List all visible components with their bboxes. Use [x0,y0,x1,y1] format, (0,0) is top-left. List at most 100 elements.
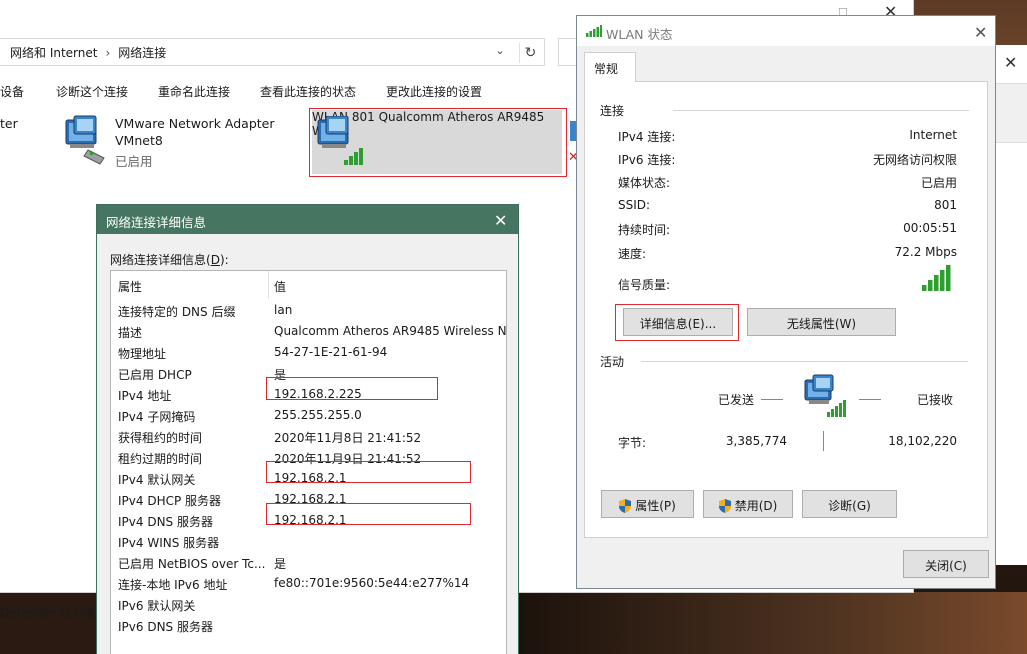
dialog-title: WLAN 状态 [606,27,673,42]
details-list[interactable]: 属性 值 连接特定的 DNS 后缀 lan 描述 Qualcomm Atheros A… [110,270,507,654]
network-adapter-icon [65,115,105,165]
row-property: 连接-本地 IPv6 地址 [118,578,228,592]
breadcrumb-separator-icon: › [105,46,111,60]
command-change-settings[interactable]: 更改此连接的设置 [386,83,482,100]
ipv4-label: IPv4 连接: [618,130,676,144]
wifi-signal-icon [586,25,602,37]
row-value: 54-27-1E-21-61-94 [274,345,388,359]
table-row[interactable]: IPv6 默认网关 [111,594,506,615]
table-row[interactable]: 描述 Qualcomm Atheros AR9485 Wireless Ne [111,321,506,342]
breadcrumb: 网络和 Internet › 网络连接 [10,44,166,61]
row-value: 是 [274,368,287,382]
details-button-label: 详细信息(E)... [639,317,717,331]
close-button-label: 关闭(C) [925,559,967,573]
adapter-item[interactable]: ter [0,116,40,136]
speed-value: 72.2 Mbps [894,245,957,259]
disable-button-label: 禁用(D) [734,499,778,513]
close-icon[interactable]: ✕ [974,23,987,42]
search-box[interactable] [558,38,576,66]
signal-bar [934,275,939,291]
caption-text: 网络连接详细信息( [110,253,211,267]
refresh-icon[interactable]: ↻ [519,43,541,63]
firewall-link[interactable]: Defender 防火墙 [0,604,96,621]
column-divider[interactable] [268,271,269,299]
row-value: lan [274,303,293,317]
command-devices[interactable]: 设备 [0,83,24,100]
table-row[interactable]: 已启用 DHCP 是 [111,363,506,384]
chevron-down-icon[interactable]: ⌄ [491,44,509,62]
section-rule [641,361,968,362]
details-caption: 网络连接详细信息(D): [110,251,229,268]
table-row[interactable]: IPv4 默认网关 192.168.2.1 [111,468,506,489]
row-property: IPv4 地址 [118,389,172,403]
sent-line [761,399,783,400]
uac-shield-icon [718,499,731,513]
table-row[interactable]: 连接特定的 DNS 后缀 lan [111,300,506,321]
row-value: fe80::701e:9560:5e44:e277%14 [274,576,470,590]
row-property: IPv6 DNS 服务器 [118,620,213,634]
row-property: 已启用 DHCP [118,368,192,382]
sent-label: 已发送 [718,393,755,407]
signal-label: 信号质量: [618,278,671,292]
close-button[interactable]: 关闭(C) [903,550,989,578]
table-row[interactable]: 物理地址 54-27-1E-21-61-94 [111,342,506,363]
signal-bar [946,265,951,291]
table-row[interactable]: 获得租约的时间 2020年11月8日 21:41:52 [111,426,506,447]
wireless-button-label: 无线属性(W) [786,317,857,331]
diagnose-button[interactable]: 诊断(G) [802,490,897,518]
wireless-adapter-icon [317,116,363,165]
row-value: 192.168.2.225 [274,387,362,401]
row-property: 租约过期的时间 [118,452,203,466]
tab-general[interactable]: 常规 [584,52,636,82]
dialog-title: 网络连接详细信息 [106,215,207,230]
row-value: 2020年11月8日 21:41:52 [274,431,422,445]
table-row[interactable]: IPv6 DNS 服务器 [111,615,506,636]
breadcrumb-item[interactable]: 网络和 Internet [10,46,97,60]
properties-button[interactable]: 属性(P) [601,490,694,518]
details-button[interactable]: 详细信息(E)... [623,308,733,336]
row-value: 2020年11月9日 21:41:52 [274,452,422,466]
recv-line [859,399,881,400]
close-icon[interactable]: ✕ [494,211,507,230]
ipv6-label: IPv6 连接: [618,153,676,167]
signal-bar [940,270,945,291]
bytes-label: 字节: [618,436,647,450]
wireless-properties-button[interactable]: 无线属性(W) [747,308,896,336]
tab-label: 常规 [594,62,619,76]
table-row[interactable]: 租约过期的时间 2020年11月9日 21:41:52 [111,447,506,468]
row-property: 已启用 NetBIOS over Tc... [118,557,266,571]
table-row[interactable]: 已启用 NetBIOS over Tc... 是 [111,552,506,573]
adapter-wlan[interactable]: WLAN 801 Qualcomm Atheros AR9485 W... [312,110,562,174]
address-bar[interactable]: 网络和 Internet › 网络连接 ⌄ ↻ [0,38,545,66]
row-property: 获得租约的时间 [118,431,203,445]
duration-value: 00:05:51 [903,221,957,235]
command-rename[interactable]: 重命名此连接 [158,83,230,100]
adapter-vmnet8[interactable]: VMware Network Adapter VMnet8 已启用 [58,112,298,172]
column-header-property[interactable]: 属性 [118,278,142,295]
close-icon[interactable]: ✕ [1004,55,1017,71]
table-row[interactable]: 连接-本地 IPv6 地址 fe80::701e:9560:5e44:e277%1… [111,573,506,594]
background-window: ✕ [995,45,1027,565]
media-value: 已启用 [920,176,957,190]
diagnose-button-label: 诊断(G) [828,499,871,513]
row-property: IPv4 DHCP 服务器 [118,494,222,508]
row-property: 描述 [118,326,143,340]
row-value: 192.168.2.1 [274,513,347,527]
background-panel [996,83,1027,143]
adapter-name: VMware Network Adapter [115,116,275,131]
table-row[interactable]: IPv4 地址 192.168.2.225 [111,384,506,405]
column-header-value[interactable]: 值 [274,278,286,295]
received-label: 已接收 [917,393,954,407]
table-row[interactable]: IPv4 DNS 服务器 192.168.2.1 [111,510,506,531]
breadcrumb-item[interactable]: 网络连接 [118,46,166,60]
row-value: 192.168.2.1 [274,492,347,506]
table-row[interactable]: IPv4 子网掩码 255.255.255.0 [111,405,506,426]
table-row[interactable]: IPv4 DHCP 服务器 192.168.2.1 [111,489,506,510]
row-property: IPv4 默认网关 [118,473,196,487]
duration-label: 持续时间: [618,223,671,237]
table-row[interactable]: IPv4 WINS 服务器 [111,531,506,552]
disable-button[interactable]: 禁用(D) [703,490,793,518]
command-view-status[interactable]: 查看此连接的状态 [260,83,356,100]
section-rule [673,110,969,111]
command-diagnose[interactable]: 诊断这个连接 [56,83,128,100]
